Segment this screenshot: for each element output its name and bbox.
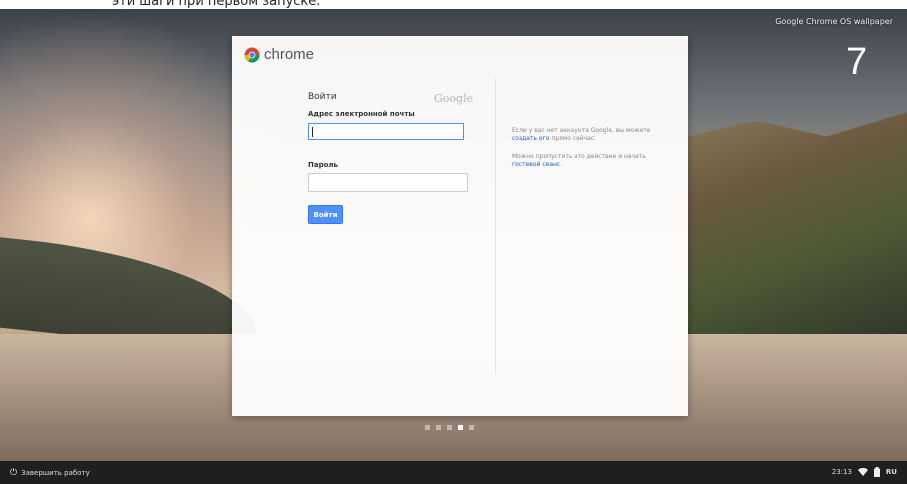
create-account-link[interactable]: создать его [512,135,549,142]
wifi-icon [857,467,868,476]
page-dot[interactable] [425,425,430,430]
shutdown-label: Завершить работу [21,469,90,477]
status-tray[interactable]: 23:13 RU [832,467,897,477]
text-caret [312,127,313,137]
guest-session-hint: Можно пропустить это действие и начать г… [512,153,652,169]
password-label: Пароль [308,161,338,169]
logo-text: chrome [264,46,315,63]
signin-dialog: chrome Войти Google Адрес электронной по… [232,36,688,416]
page-dot[interactable] [447,425,452,430]
email-input[interactable] [308,123,464,140]
password-input[interactable] [308,173,468,192]
top-caption: эти шаги при первом запуске. [112,0,321,9]
signin-button[interactable]: Войти [308,205,343,224]
create-account-suffix: прямо сейчас. [549,135,597,142]
page-dot[interactable] [469,425,474,430]
side-info: Если у вас нет аккаунта Google, вы может… [512,127,652,179]
page-dot[interactable] [458,425,463,430]
signin-form: Войти Google Адрес электронной почты Пар… [308,92,473,224]
create-account-text: Если у вас нет аккаунта Google, вы может… [512,127,651,134]
language-indicator: RU [885,468,897,476]
shutdown-button[interactable]: ⏻ Завершить работу [10,468,90,478]
top-strip: эти шаги при первом запуске. [0,0,907,9]
chrome-logo-icon [244,47,260,63]
page-indicator [425,425,474,430]
power-icon: ⏻ [10,468,18,478]
battery-icon [873,467,880,477]
step-number: 7 [846,41,868,83]
create-account-hint: Если у вас нет аккаунта Google, вы может… [512,127,652,143]
wallpaper-mountain [688,109,907,339]
wallpaper-credit: Google Chrome OS wallpaper [775,17,893,26]
chrome-logo: chrome [244,46,314,63]
clock: 23:13 [831,468,852,476]
shelf: ⏻ Завершить работу 23:13 RU [0,461,907,484]
google-wordmark: Google [434,92,474,105]
guest-session-text: Можно пропустить это действие и начать [512,153,646,160]
guest-session-link[interactable]: гостевой сеанс [512,161,560,168]
email-label: Адрес электронной почты [308,110,415,118]
dialog-divider [495,78,496,374]
guest-session-suffix: . [560,161,563,168]
page-dot[interactable] [436,425,441,430]
